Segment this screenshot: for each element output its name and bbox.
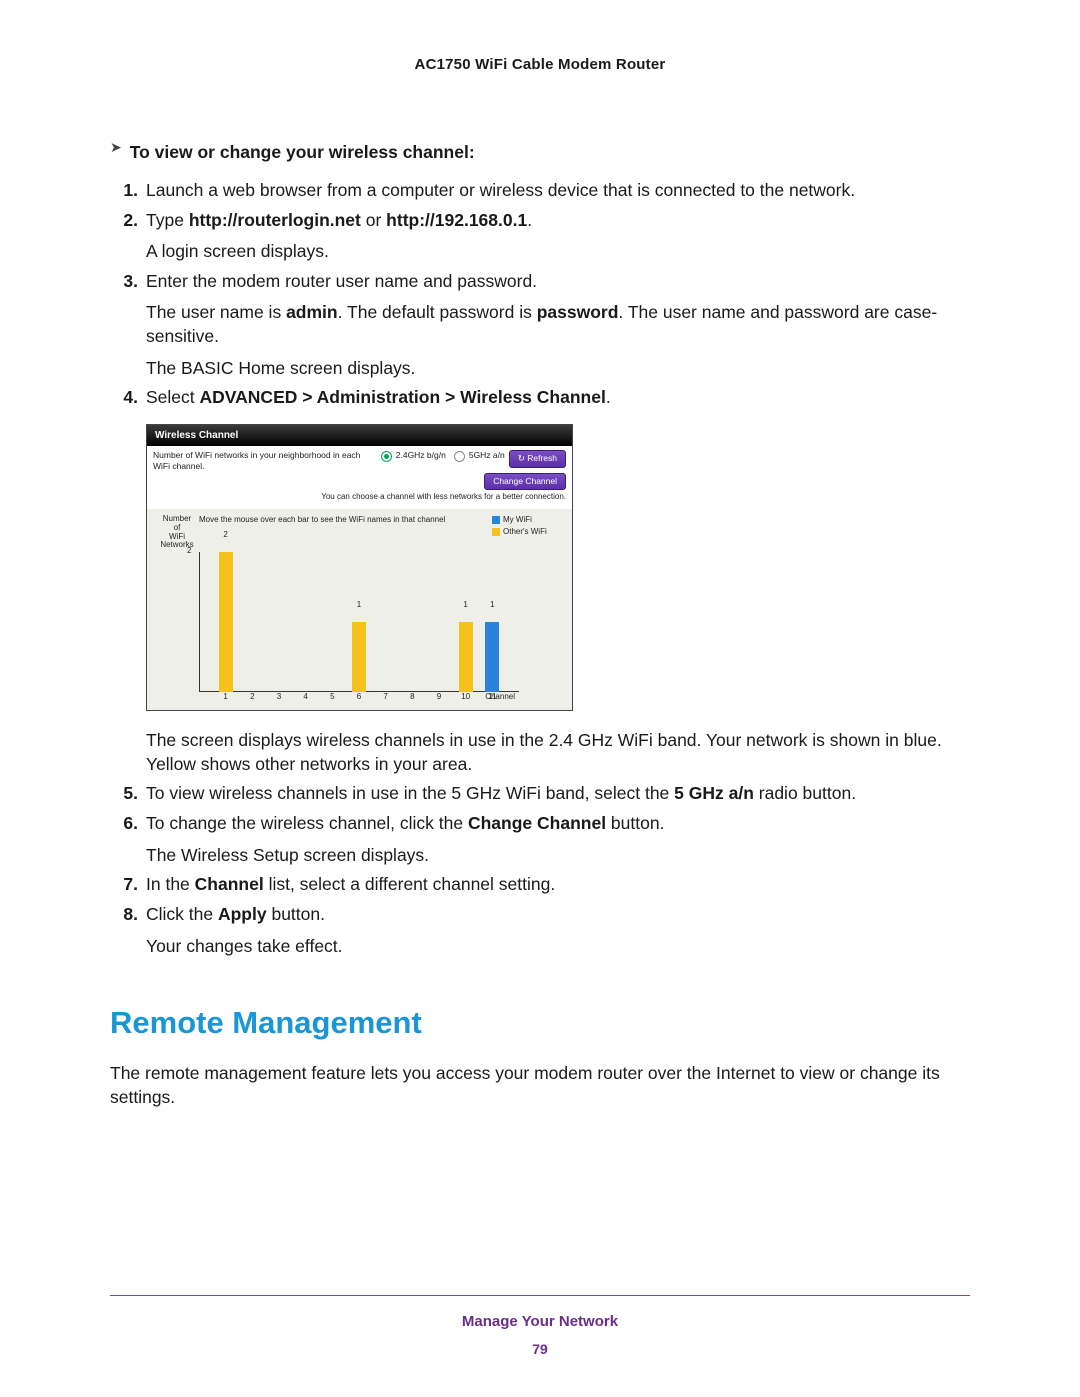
radio-24ghz[interactable] xyxy=(381,451,392,462)
footer-page-number: 79 xyxy=(0,1340,1080,1359)
step: 7.In the Channel list, select a differen… xyxy=(110,873,970,897)
chart-hint: Move the mouse over each bar to see the … xyxy=(199,515,492,550)
chart-ylabel: NumberofWiFiNetworks xyxy=(155,515,199,550)
section-text: The remote management feature lets you a… xyxy=(110,1062,970,1109)
footer-label: Manage Your Network xyxy=(0,1312,1080,1332)
radio-5ghz[interactable] xyxy=(454,451,465,462)
procedure-heading: ➤ To view or change your wireless channe… xyxy=(110,135,970,173)
procedure-title: To view or change your wireless channel: xyxy=(130,141,475,165)
panel-note: You can choose a channel with less netwo… xyxy=(153,492,566,503)
refresh-button[interactable]: ↻ Refresh xyxy=(509,450,566,467)
section-heading: Remote Management xyxy=(110,1002,970,1044)
band-radio-group: 2.4GHz b/g/n5GHz a/n xyxy=(381,450,505,461)
doc-title: AC1750 WiFi Cable Modem Router xyxy=(110,55,970,75)
procedure-steps: 1.Launch a web browser from a computer o… xyxy=(110,179,970,958)
panel-desc: Number of WiFi networks in your neighbor… xyxy=(153,450,377,470)
step: 5.To view wireless channels in use in th… xyxy=(110,782,970,806)
step: 4.Select ADVANCED > Administration > Wir… xyxy=(110,386,970,410)
panel-title: Wireless Channel xyxy=(147,425,572,447)
step-screenshot: Wireless Channel Number of WiFi networks … xyxy=(110,416,970,723)
channel-chart: NumberofWiFiNetworksMove the mouse over … xyxy=(147,509,572,710)
change-channel-button[interactable]: Change Channel xyxy=(484,473,566,490)
step: 6.To change the wireless channel, click … xyxy=(110,812,970,867)
step: 1.Launch a web browser from a computer o… xyxy=(110,179,970,203)
wireless-channel-screenshot: Wireless Channel Number of WiFi networks … xyxy=(146,424,573,711)
step: 3.Enter the modem router user name and p… xyxy=(110,270,970,381)
step: 8.Click the Apply button.Your changes ta… xyxy=(110,903,970,958)
step: The screen displays wireless channels in… xyxy=(110,729,970,776)
step: 2.Type http://routerlogin.net or http://… xyxy=(110,209,970,264)
arrow-icon: ➤ xyxy=(110,138,122,157)
chart-legend: My WiFiOther's WiFi xyxy=(492,515,564,550)
page-footer: Manage Your Network 79 xyxy=(0,1295,1080,1359)
